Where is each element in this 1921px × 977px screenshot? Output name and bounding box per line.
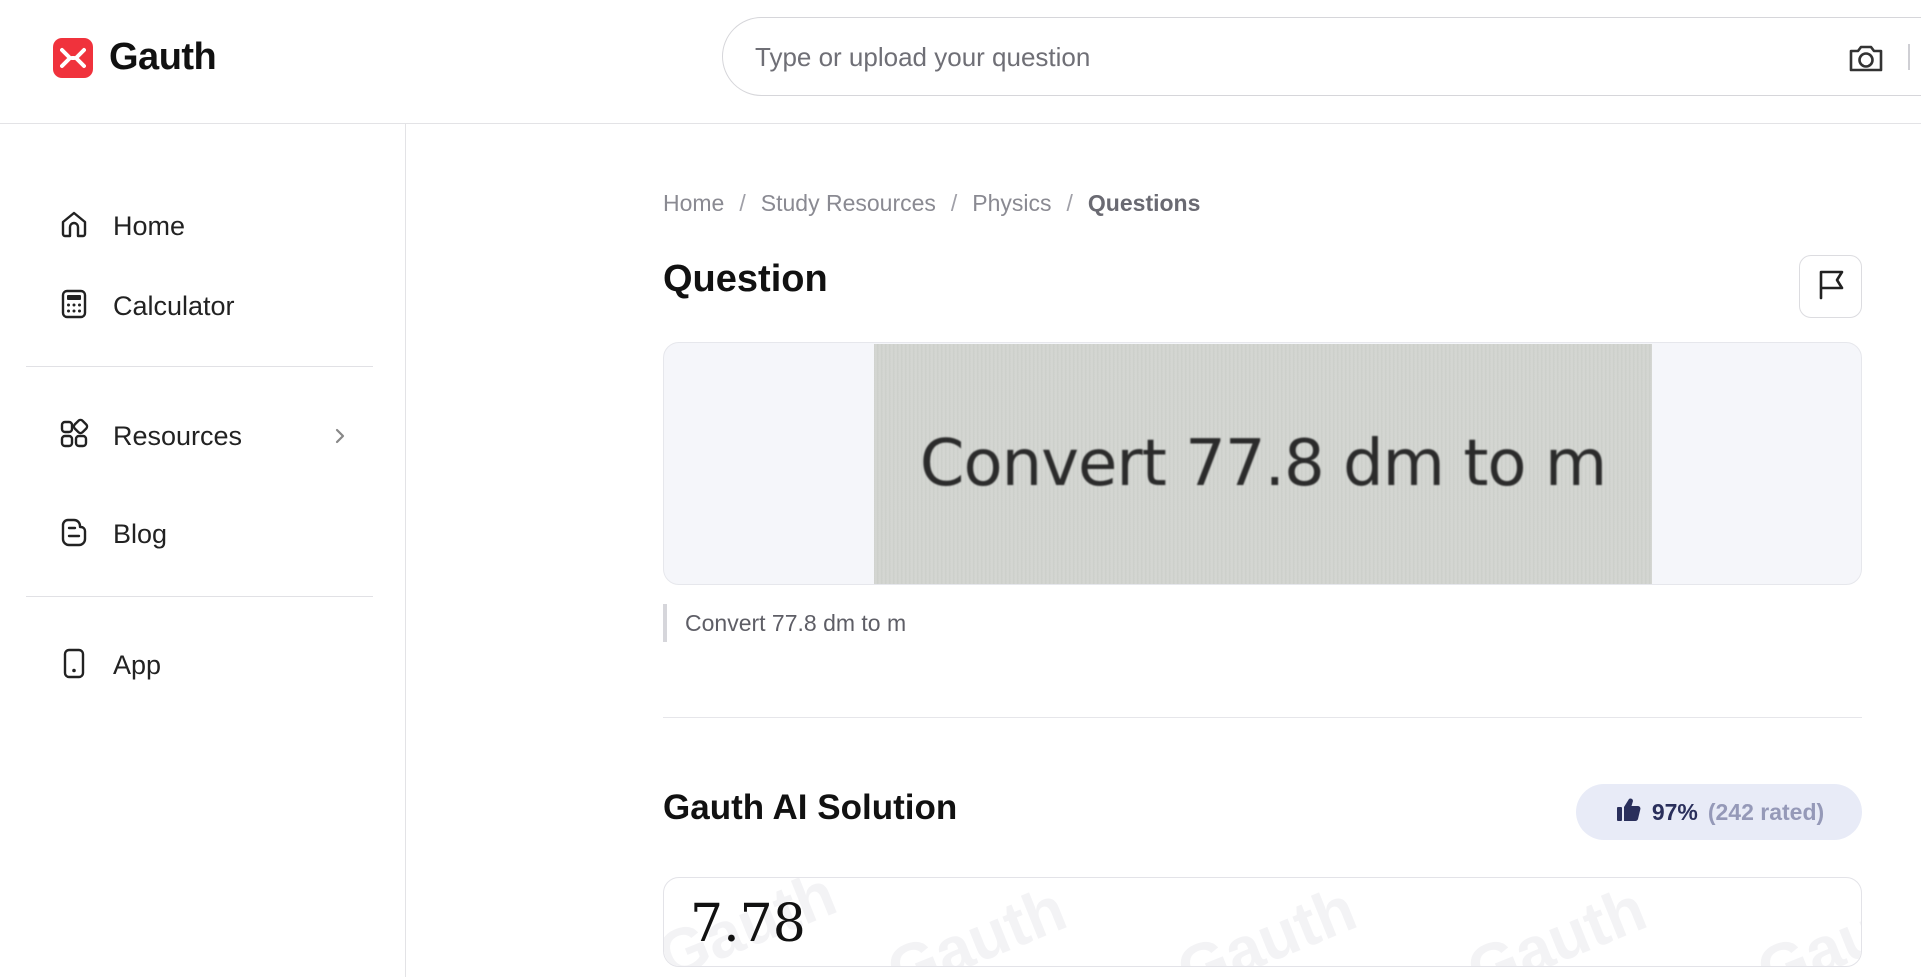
- sidebar-item-label: Calculator: [113, 290, 235, 321]
- breadcrumb-home[interactable]: Home: [663, 190, 724, 217]
- answer-value: 7.78: [690, 894, 806, 954]
- grid-icon: [57, 417, 91, 456]
- breadcrumb-study-resources[interactable]: Study Resources: [761, 190, 936, 217]
- question-heading: Question: [663, 258, 828, 300]
- sidebar-item-blog[interactable]: Blog: [57, 514, 167, 554]
- answer-box: Gauth Gauth Gauth Gauth Gauth 7.78: [663, 877, 1862, 967]
- sidebar-divider: [26, 596, 373, 597]
- top-header: Gauth: [0, 0, 1921, 124]
- breadcrumb-separator: /: [1066, 190, 1073, 216]
- question-image[interactable]: Convert 77.8 dm to m: [874, 344, 1652, 584]
- sidebar: Home Calculator Resources Blog App: [0, 124, 406, 977]
- sidebar-item-calculator[interactable]: Calculator: [57, 286, 235, 326]
- rating-percent: 97%: [1651, 798, 1698, 825]
- gauth-logo[interactable]: Gauth: [53, 36, 217, 79]
- watermark: Gauth: [1457, 877, 1656, 967]
- watermark: Gauth: [1747, 877, 1862, 967]
- question-image-text: Convert 77.8 dm to m: [919, 427, 1607, 501]
- breadcrumb-separator: /: [950, 190, 958, 216]
- sidebar-divider: [26, 366, 373, 367]
- sidebar-item-label: Blog: [113, 518, 168, 549]
- sidebar-item-label: Home: [113, 210, 186, 241]
- rating-badge: 97% (242 rated): [1576, 784, 1862, 840]
- sidebar-item-app[interactable]: App: [57, 645, 161, 685]
- report-button[interactable]: [1799, 255, 1862, 318]
- search-input[interactable]: [755, 38, 1755, 76]
- search-bar[interactable]: [722, 17, 1921, 96]
- breadcrumb-questions: Questions: [1087, 190, 1201, 216]
- rating-count: (242 rated): [1707, 798, 1825, 825]
- thumbs-up-icon: [1614, 796, 1642, 829]
- question-text: Convert 77.8 dm to m: [663, 604, 906, 642]
- solution-heading: Gauth AI Solution: [663, 788, 958, 827]
- sidebar-item-label: Resources: [113, 420, 243, 451]
- breadcrumb: Home / Study Resources / Physics / Quest…: [663, 190, 1200, 217]
- sidebar-item-label: App: [113, 649, 162, 680]
- camera-icon[interactable]: [1846, 38, 1886, 78]
- breadcrumb-separator: /: [739, 190, 746, 216]
- home-icon: [57, 207, 91, 246]
- brand-name: Gauth: [109, 36, 217, 78]
- phone-icon: [57, 646, 91, 685]
- watermark: Gauth: [1167, 877, 1366, 967]
- section-divider: [663, 717, 1862, 718]
- blog-icon: [57, 515, 91, 554]
- sidebar-item-home[interactable]: Home: [57, 206, 185, 246]
- flag-icon: [1814, 267, 1848, 306]
- question-image-container: Convert 77.8 dm to m: [663, 342, 1862, 585]
- sidebar-item-resources[interactable]: Resources: [57, 416, 357, 456]
- search-divider: [1908, 44, 1910, 70]
- gauth-logo-icon: [53, 37, 93, 78]
- breadcrumb-physics[interactable]: Physics: [972, 190, 1051, 217]
- watermark: Gauth: [877, 877, 1076, 967]
- calculator-icon: [57, 287, 91, 326]
- chevron-right-icon[interactable]: [330, 422, 350, 455]
